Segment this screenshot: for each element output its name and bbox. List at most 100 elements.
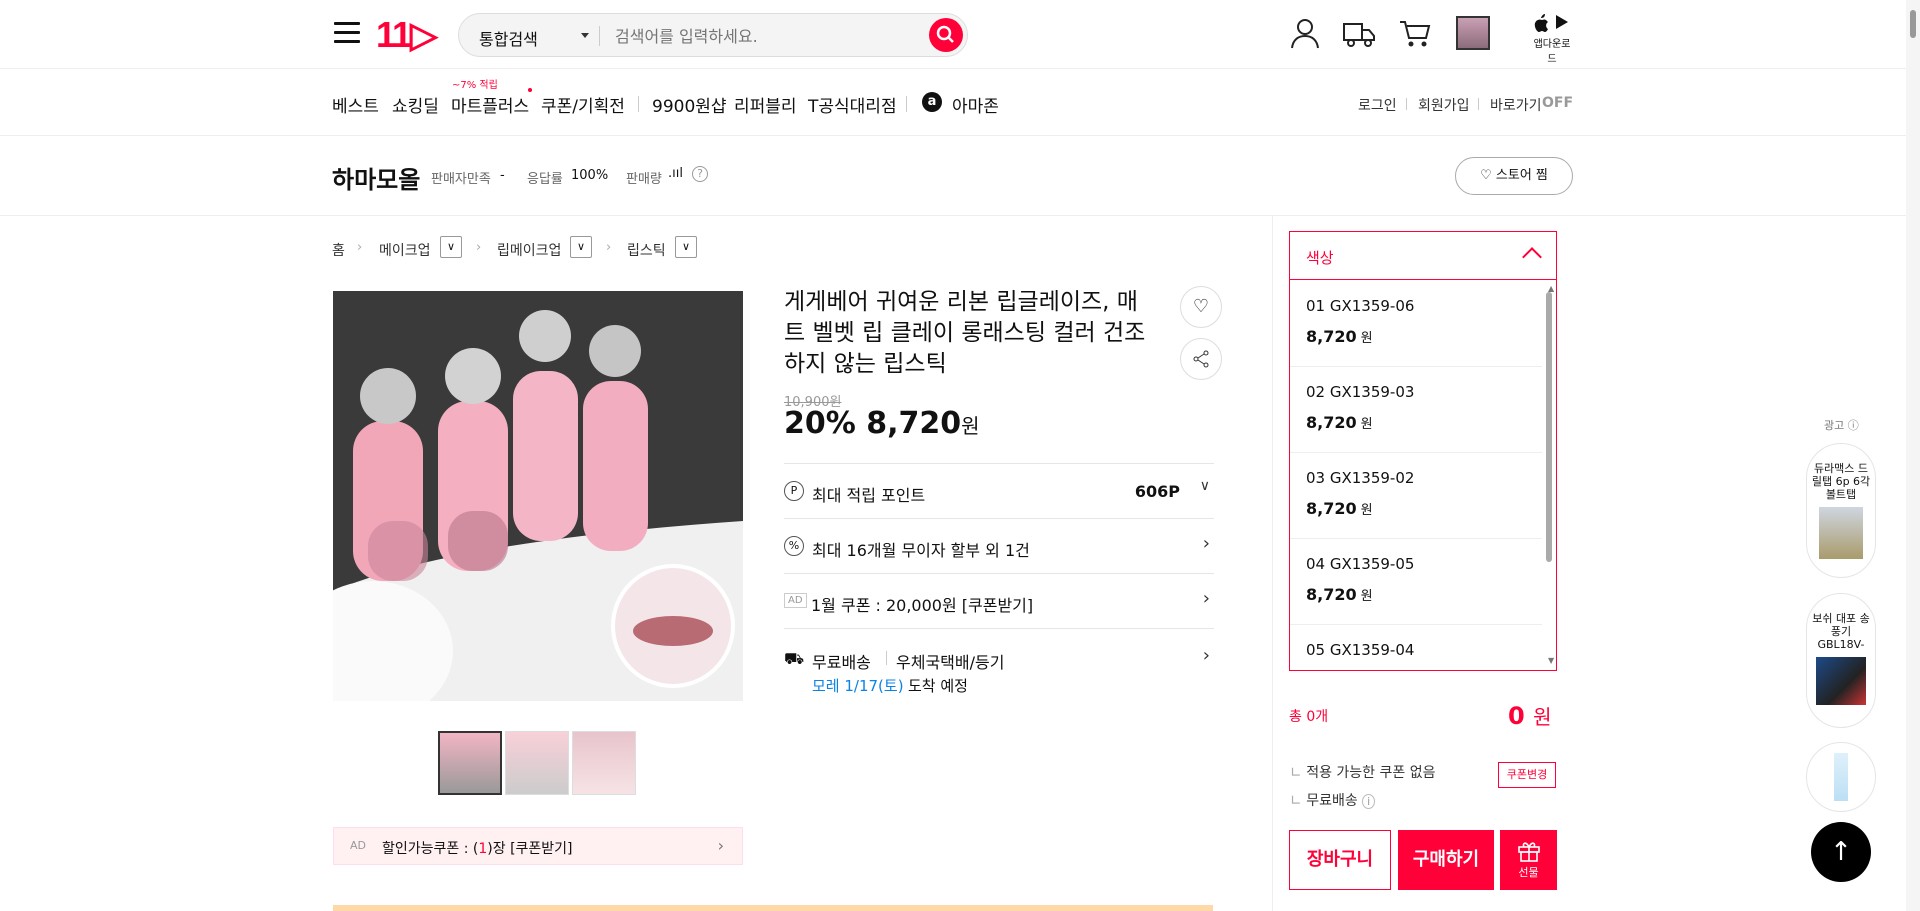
signup-link[interactable]: 회원가입: [1418, 95, 1470, 115]
app-download[interactable]: 앱다운로드: [1530, 12, 1574, 65]
share-icon[interactable]: [1180, 338, 1222, 380]
search-button[interactable]: [929, 18, 963, 52]
gift-icon: [1518, 842, 1540, 862]
nav-shocking-deal[interactable]: 쇼킹딜: [392, 92, 439, 117]
sales-bars-icon: .ııl: [668, 166, 683, 181]
info-icon[interactable]: i: [1362, 794, 1376, 809]
login-link[interactable]: 로그인: [1358, 95, 1397, 115]
side-ad-2[interactable]: 보쉬 대포 송풍기 GBL18V-: [1806, 593, 1876, 728]
recent-item-thumbnail[interactable]: [1456, 16, 1490, 50]
satisfaction-value: -: [500, 168, 505, 183]
promo-banner[interactable]: [333, 905, 1213, 911]
sales-label: 판매량: [626, 172, 662, 187]
side-ad-3[interactable]: [1806, 742, 1876, 812]
page-scrollbar[interactable]: [1906, 0, 1920, 911]
chevron-down-icon: ∨: [1199, 478, 1210, 494]
option-header[interactable]: 색상: [1290, 232, 1556, 280]
buy-now-button[interactable]: 구매하기: [1398, 830, 1494, 890]
nav-coupon[interactable]: 쿠폰/기획전: [541, 92, 625, 117]
chevron-down-icon[interactable]: ∨: [440, 236, 462, 258]
thumbnail-3[interactable]: [572, 731, 636, 795]
nav-amazon[interactable]: 아마존: [952, 92, 999, 117]
side-ad-1[interactable]: 듀라맥스 드릴탭 6p 6각 볼트탭: [1806, 443, 1876, 578]
ad-label: 광고 ⓘ: [1824, 419, 1859, 432]
chevron-down-icon[interactable]: ∨: [675, 236, 697, 258]
wishlist-heart-icon[interactable]: ♡: [1180, 286, 1222, 328]
store-follow-button[interactable]: ♡ 스토어 찜: [1455, 157, 1573, 195]
nav-9900[interactable]: 9900원샵: [652, 92, 727, 117]
chevron-right-icon: ›: [717, 836, 724, 855]
coupon-none: ∟ 적용 가능한 쿠폰 없음: [1290, 765, 1436, 781]
discount-coupon-banner[interactable]: AD 할인가능쿠폰 : (1)장 [쿠폰받기] ›: [333, 827, 743, 865]
search-icon: [936, 25, 954, 43]
mart-badge: ~7% 적립: [452, 80, 498, 91]
menu-icon[interactable]: [334, 22, 360, 44]
coupon-change-button[interactable]: 쿠폰변경: [1498, 762, 1556, 788]
add-to-cart-button[interactable]: 장바구니: [1289, 830, 1391, 890]
chevron-right-icon: ›: [357, 240, 363, 255]
option-item[interactable]: 04 GX1359-05 8,720 원: [1290, 539, 1542, 625]
apple-play-icon: [1534, 14, 1568, 32]
option-label: 색상: [1306, 249, 1334, 267]
amazon-icon: a: [922, 92, 942, 112]
option-item[interactable]: 02 GX1359-03 8,720 원: [1290, 367, 1542, 453]
help-icon[interactable]: ?: [692, 166, 708, 182]
user-icon[interactable]: [1288, 16, 1322, 50]
top-header: 11▷ 통합검색 앱다운로드: [0, 0, 1920, 69]
chevron-right-icon: ›: [1202, 588, 1210, 609]
chevron-right-icon: ›: [606, 240, 612, 255]
main-nav: 베스트 쇼킹딜 ~7% 적립 마트플러스 쿠폰/기획전 9900원샵 리퍼블리 …: [0, 70, 1920, 136]
chevron-down-icon[interactable]: ∨: [570, 236, 592, 258]
point-icon: P: [784, 481, 804, 501]
option-item[interactable]: 03 GX1359-02 8,720 원: [1290, 453, 1542, 539]
shipping-method: 우체국택배/등기: [896, 653, 1005, 672]
nav-best[interactable]: 베스트: [332, 92, 379, 117]
sale-price: 20% 8,720원: [784, 406, 980, 441]
thumbnail-1[interactable]: [438, 731, 502, 795]
app-download-label: 앱다운로드: [1533, 39, 1571, 65]
option-panel: 색상 ▲ ▼ 01 GX1359-06 8,720 원 02 GX1359-03 8,…: [1289, 231, 1557, 671]
arrival-date: 모레 1/17(토): [812, 677, 904, 695]
divider: [886, 651, 887, 665]
breadcrumb-home[interactable]: 홈: [332, 240, 345, 260]
scroll-down-arrow[interactable]: ▼: [1548, 656, 1554, 665]
thumbnail-2[interactable]: [505, 731, 569, 795]
side-ad-2-title: 보쉬 대포 송풍기 GBL18V-: [1812, 612, 1870, 651]
nav-refurb[interactable]: 리퍼블리: [734, 92, 797, 117]
chevron-right-icon: ›: [1202, 533, 1210, 554]
cart-icon[interactable]: [1398, 16, 1432, 50]
product-image[interactable]: [333, 291, 743, 701]
divider: [599, 26, 600, 46]
shipping-row[interactable]: ⛟ 무료배송 우체국택배/등기 모레 1/17(토) 도착 예정 ›: [784, 628, 1214, 708]
gift-button[interactable]: 선물: [1500, 830, 1557, 890]
corner-icon: ∟: [1290, 765, 1307, 781]
points-row[interactable]: P 최대 적립 포인트 606P ∨: [784, 463, 1214, 518]
corner-icon: ∟: [1290, 793, 1307, 809]
scroll-to-top-button[interactable]: ↑: [1811, 822, 1871, 882]
nav-t-agency[interactable]: T공식대리점: [808, 92, 897, 117]
search-input[interactable]: [615, 22, 945, 50]
truck-icon: ⛟: [784, 649, 805, 668]
store-name[interactable]: 하마모올: [332, 160, 420, 195]
breadcrumb-lip-makeup[interactable]: 립메이크업: [497, 240, 561, 260]
ad-badge: AD: [784, 593, 807, 608]
free-shipping: ∟ 무료배송 i: [1290, 790, 1376, 810]
gift-label: 선물: [1518, 866, 1539, 879]
quick-state[interactable]: OFF: [1542, 95, 1573, 111]
points-label: 최대 적립 포인트: [812, 486, 926, 505]
shipping-text: 무료배송: [812, 653, 871, 672]
quick-link[interactable]: 바로가기: [1490, 95, 1542, 115]
option-item[interactable]: 05 GX1359-04: [1290, 625, 1542, 670]
logo[interactable]: 11▷: [376, 14, 438, 56]
nav-mart-plus[interactable]: 마트플러스: [451, 92, 529, 117]
option-item[interactable]: 01 GX1359-06 8,720 원: [1290, 281, 1542, 367]
coupon-row[interactable]: AD 1월 쿠폰 : 20,000원 [쿠폰받기] ›: [784, 573, 1214, 628]
search-category[interactable]: 통합검색: [479, 26, 538, 50]
installment-row[interactable]: % 최대 16개월 무이자 할부 외 1건 ›: [784, 518, 1214, 573]
chevron-down-icon[interactable]: [581, 33, 589, 38]
delivery-truck-icon[interactable]: [1342, 16, 1376, 50]
breadcrumb-lipstick[interactable]: 립스틱: [627, 240, 666, 260]
option-scrollbar[interactable]: [1546, 292, 1552, 562]
side-ad-1-image: [1819, 507, 1863, 559]
breadcrumb-makeup[interactable]: 메이크업: [379, 240, 431, 260]
